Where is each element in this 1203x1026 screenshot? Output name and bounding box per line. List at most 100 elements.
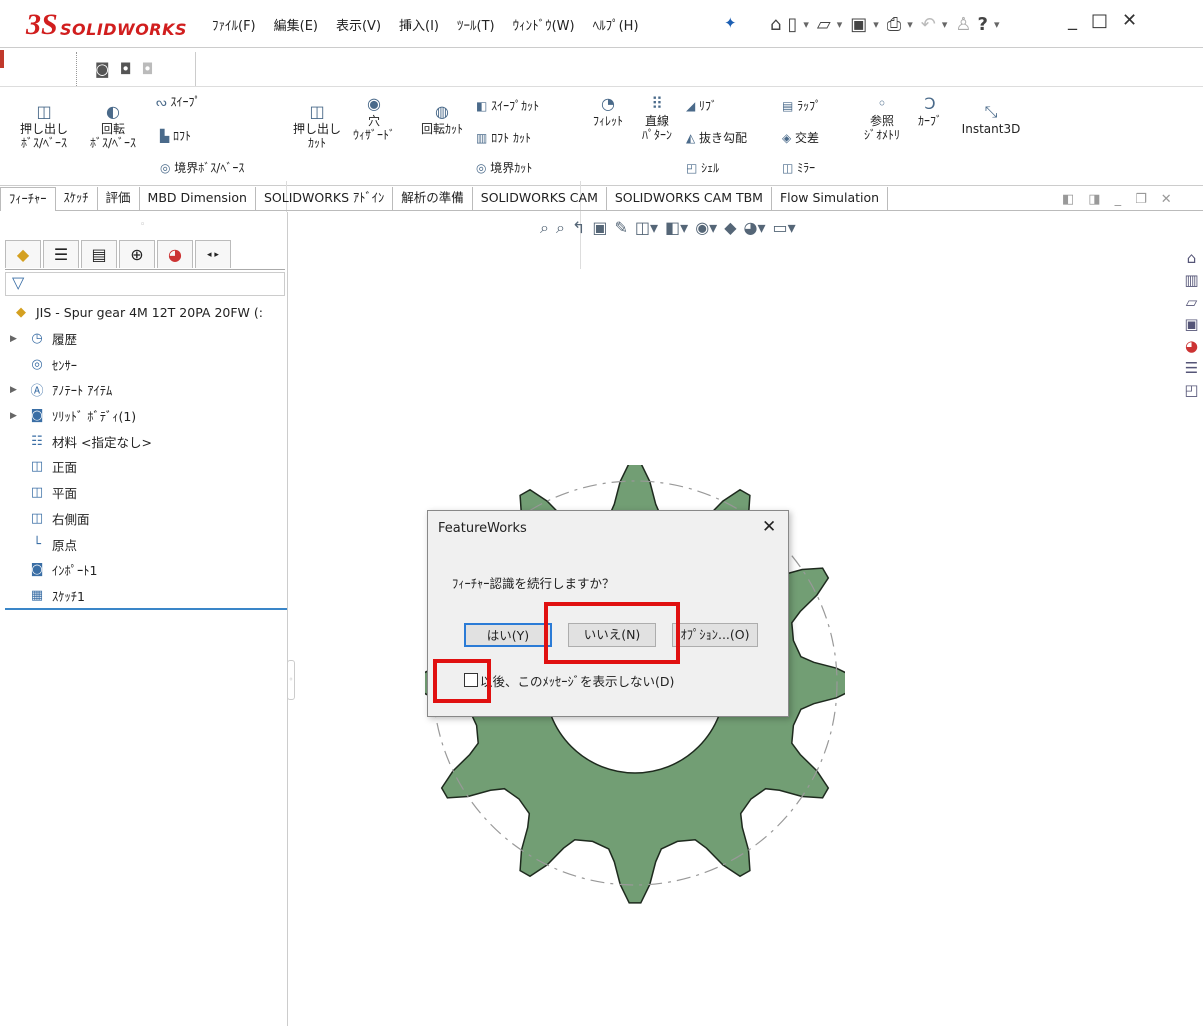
pin-icon[interactable]: ✦ (724, 14, 737, 32)
tree-item-annotations[interactable]: ▶ Ⓐ ｱﾉﾃｰﾄ ｱｲﾃﾑ (10, 377, 285, 403)
shell-button[interactable]: ◰ ｼｪﾙ (686, 161, 719, 175)
custom-properties-icon[interactable]: ☰ (1180, 358, 1203, 378)
panel-scroll-arrows-icon[interactable]: ◂ ▸ (195, 240, 231, 268)
menu-help[interactable]: ﾍﾙﾌﾟ(H) (593, 15, 639, 34)
tile-left-icon[interactable]: ◧ (1062, 192, 1074, 207)
view-settings-icon[interactable]: ▭▾ (773, 218, 796, 238)
draft-button[interactable]: ◭ 抜き勾配 (686, 131, 747, 145)
curves-button[interactable]: Ɔ ｶｰﾌﾞ (908, 96, 952, 129)
menu-file[interactable]: ﾌｧｲﾙ(F) (212, 15, 256, 34)
camera-icon[interactable]: ◙ (95, 60, 110, 78)
menu-view[interactable]: 表示(V) (336, 15, 381, 34)
maximize-icon[interactable]: □ (1091, 10, 1108, 31)
tree-item-top-plane[interactable]: ◫ 平面 (10, 480, 285, 506)
render-icon[interactable]: ◘ (120, 60, 132, 78)
appearances-icon[interactable]: ◕ (1180, 336, 1203, 356)
file-explorer-icon[interactable]: ▱ (1180, 292, 1203, 312)
menu-window[interactable]: ｳｨﾝﾄﾞｳ(W) (513, 15, 575, 34)
display-style-icon[interactable]: ◧▾ (665, 218, 688, 238)
wrap-button[interactable]: ▤ ﾗｯﾌﾟ (782, 99, 821, 113)
doc-minimize-icon[interactable]: _ (1115, 192, 1122, 207)
tree-item-solid-bodies[interactable]: ▶ ◙ ｿﾘｯﾄﾞ ﾎﾞﾃﾞｨ(1) (10, 403, 285, 429)
section-view-icon[interactable]: ▣ (592, 218, 607, 238)
tab-solidworks-cam[interactable]: SOLIDWORKS CAM (473, 187, 607, 211)
tree-item-front-plane[interactable]: ◫ 正面 (10, 454, 285, 480)
dimxpert-tab-icon[interactable]: ⊕ (119, 240, 155, 268)
extrude-boss-button[interactable]: ◫ 押し出し ﾎﾞｽ/ﾍﾞｰｽ (12, 104, 76, 151)
options-button[interactable]: ｵﾌﾟｼｮﾝ...(O) (672, 623, 758, 647)
filter-icon[interactable]: ▽ (5, 272, 285, 296)
property-manager-tab-icon[interactable]: ☰ (43, 240, 79, 268)
tile-right-icon[interactable]: ◨ (1088, 192, 1100, 207)
tab-mbd-dimension[interactable]: MBD Dimension (140, 187, 256, 211)
close-icon[interactable]: ✕ (762, 517, 776, 537)
rollback-bar[interactable] (5, 608, 287, 610)
tree-item-import[interactable]: ◙ ｲﾝﾎﾟｰﾄ1 (10, 557, 285, 583)
boundary-boss-button[interactable]: ◎ 境界ﾎﾞｽ/ﾍﾞｰｽ (160, 161, 244, 175)
loft-button[interactable]: ▙ ﾛﾌﾄ (160, 129, 191, 143)
zoom-area-icon[interactable]: ⌕ (556, 218, 565, 238)
tree-item-sensors[interactable]: ◎ ｾﾝｻｰ (10, 351, 285, 377)
tab-features[interactable]: ﾌｨｰﾁｬｰ (0, 187, 56, 211)
yes-button[interactable]: はい(Y) (464, 623, 552, 647)
tree-item-part[interactable]: ◆ JIS - Spur gear 4M 12T 20PA 20FW (: (10, 300, 285, 326)
user-icon[interactable]: ♙ (955, 14, 971, 35)
revolve-boss-button[interactable]: ◐ 回転 ﾎﾞｽ/ﾍﾞｰｽ (80, 104, 146, 151)
previous-view-icon[interactable]: ↰ (572, 218, 585, 238)
sweep-button[interactable]: ᔓ ｽｲｰﾌﾟ (156, 95, 201, 109)
mirror-button[interactable]: ◫ ﾐﾗｰ (782, 161, 815, 175)
zoom-to-fit-icon[interactable]: ⌕ (540, 218, 549, 238)
panel-collapse-handle[interactable]: ◦ (287, 660, 295, 700)
hole-wizard-button[interactable]: ◉ 穴 ｳｨｻﾞｰﾄﾞ (344, 96, 404, 143)
fillet-button[interactable]: ◔ ﾌｨﾚｯﾄ (586, 96, 630, 129)
loft-cut-button[interactable]: ▥ ﾛﾌﾄ ｶｯﾄ (476, 131, 531, 145)
feature-manager-tab-icon[interactable]: ◆ (5, 240, 41, 268)
home-icon[interactable]: ⌂ (770, 14, 781, 35)
appearance-icon[interactable]: ◆ (724, 218, 736, 238)
menu-edit[interactable]: 編集(E) (274, 15, 318, 34)
dont-show-checkbox[interactable] (464, 673, 478, 687)
tree-item-history[interactable]: ▶ ◷ 履歴 (10, 326, 285, 352)
linear-pattern-button[interactable]: ⠿ 直線 ﾊﾟﾀｰﾝ (632, 96, 682, 143)
resources-home-icon[interactable]: ⌂ (1180, 248, 1203, 268)
doc-restore-icon[interactable]: ❐ (1135, 192, 1147, 207)
menu-insert[interactable]: 挿入(I) (399, 15, 439, 34)
open-folder-icon[interactable]: ▱ (817, 14, 831, 35)
forum-icon[interactable]: ◰ (1180, 380, 1203, 400)
dynamic-annotation-icon[interactable]: ✎ (614, 218, 627, 238)
chevron-down-icon[interactable]: ▾ (942, 18, 948, 31)
chevron-down-icon[interactable]: ▾ (994, 18, 1000, 31)
tree-item-material[interactable]: ☷ 材料 <指定なし> (10, 428, 285, 454)
undo-icon[interactable]: ↶ (921, 14, 936, 35)
instant3d-button[interactable]: ⤡ Instant3D (958, 104, 1024, 137)
display-manager-tab-icon[interactable]: ◕ (157, 240, 193, 268)
new-document-icon[interactable]: ▯ (787, 14, 797, 35)
expand-arrow-icon[interactable]: ▶ (10, 334, 26, 344)
tab-solidworks-cam-tbm[interactable]: SOLIDWORKS CAM TBM (607, 187, 772, 211)
view-orientation-icon[interactable]: ◫▾ (635, 218, 658, 238)
minimize-icon[interactable]: _ (1068, 10, 1077, 31)
tab-flow-simulation[interactable]: Flow Simulation (772, 187, 889, 211)
design-library-icon[interactable]: ▥ (1180, 270, 1203, 290)
tree-item-sketch[interactable]: ▦ ｽｹｯﾁ1 (10, 583, 285, 609)
revolve-cut-button[interactable]: ◍ 回転ｶｯﾄ (412, 104, 472, 137)
close-window-icon[interactable]: ✕ (1122, 10, 1137, 31)
expand-arrow-icon[interactable]: ▶ (10, 411, 26, 421)
reference-geometry-button[interactable]: ◦ 参照 ｼﾞｵﾒﾄﾘ (858, 96, 906, 143)
help-icon[interactable]: ? (978, 14, 988, 35)
tab-evaluate[interactable]: 評価 (98, 187, 140, 211)
panel-grip-icon[interactable]: ◦ (140, 220, 145, 230)
scene-icon[interactable]: ◕▾ (744, 218, 766, 238)
menu-tools[interactable]: ﾂｰﾙ(T) (457, 15, 495, 34)
chevron-down-icon[interactable]: ▾ (803, 18, 809, 31)
boundary-cut-button[interactable]: ◎ 境界ｶｯﾄ (476, 161, 532, 175)
extrude-cut-button[interactable]: ◫ 押し出し ｶｯﾄ (292, 104, 342, 151)
tree-item-origin[interactable]: └ 原点 (10, 531, 285, 557)
configuration-manager-tab-icon[interactable]: ▤ (81, 240, 117, 268)
rib-button[interactable]: ◢ ﾘﾌﾞ (686, 99, 717, 113)
chevron-down-icon[interactable]: ▾ (873, 18, 879, 31)
doc-close-icon[interactable]: ✕ (1161, 192, 1172, 207)
tab-solidworks-addins[interactable]: SOLIDWORKS ｱﾄﾞｲﾝ (256, 187, 394, 211)
tree-item-right-plane[interactable]: ◫ 右側面 (10, 506, 285, 532)
expand-arrow-icon[interactable]: ▶ (10, 385, 26, 395)
